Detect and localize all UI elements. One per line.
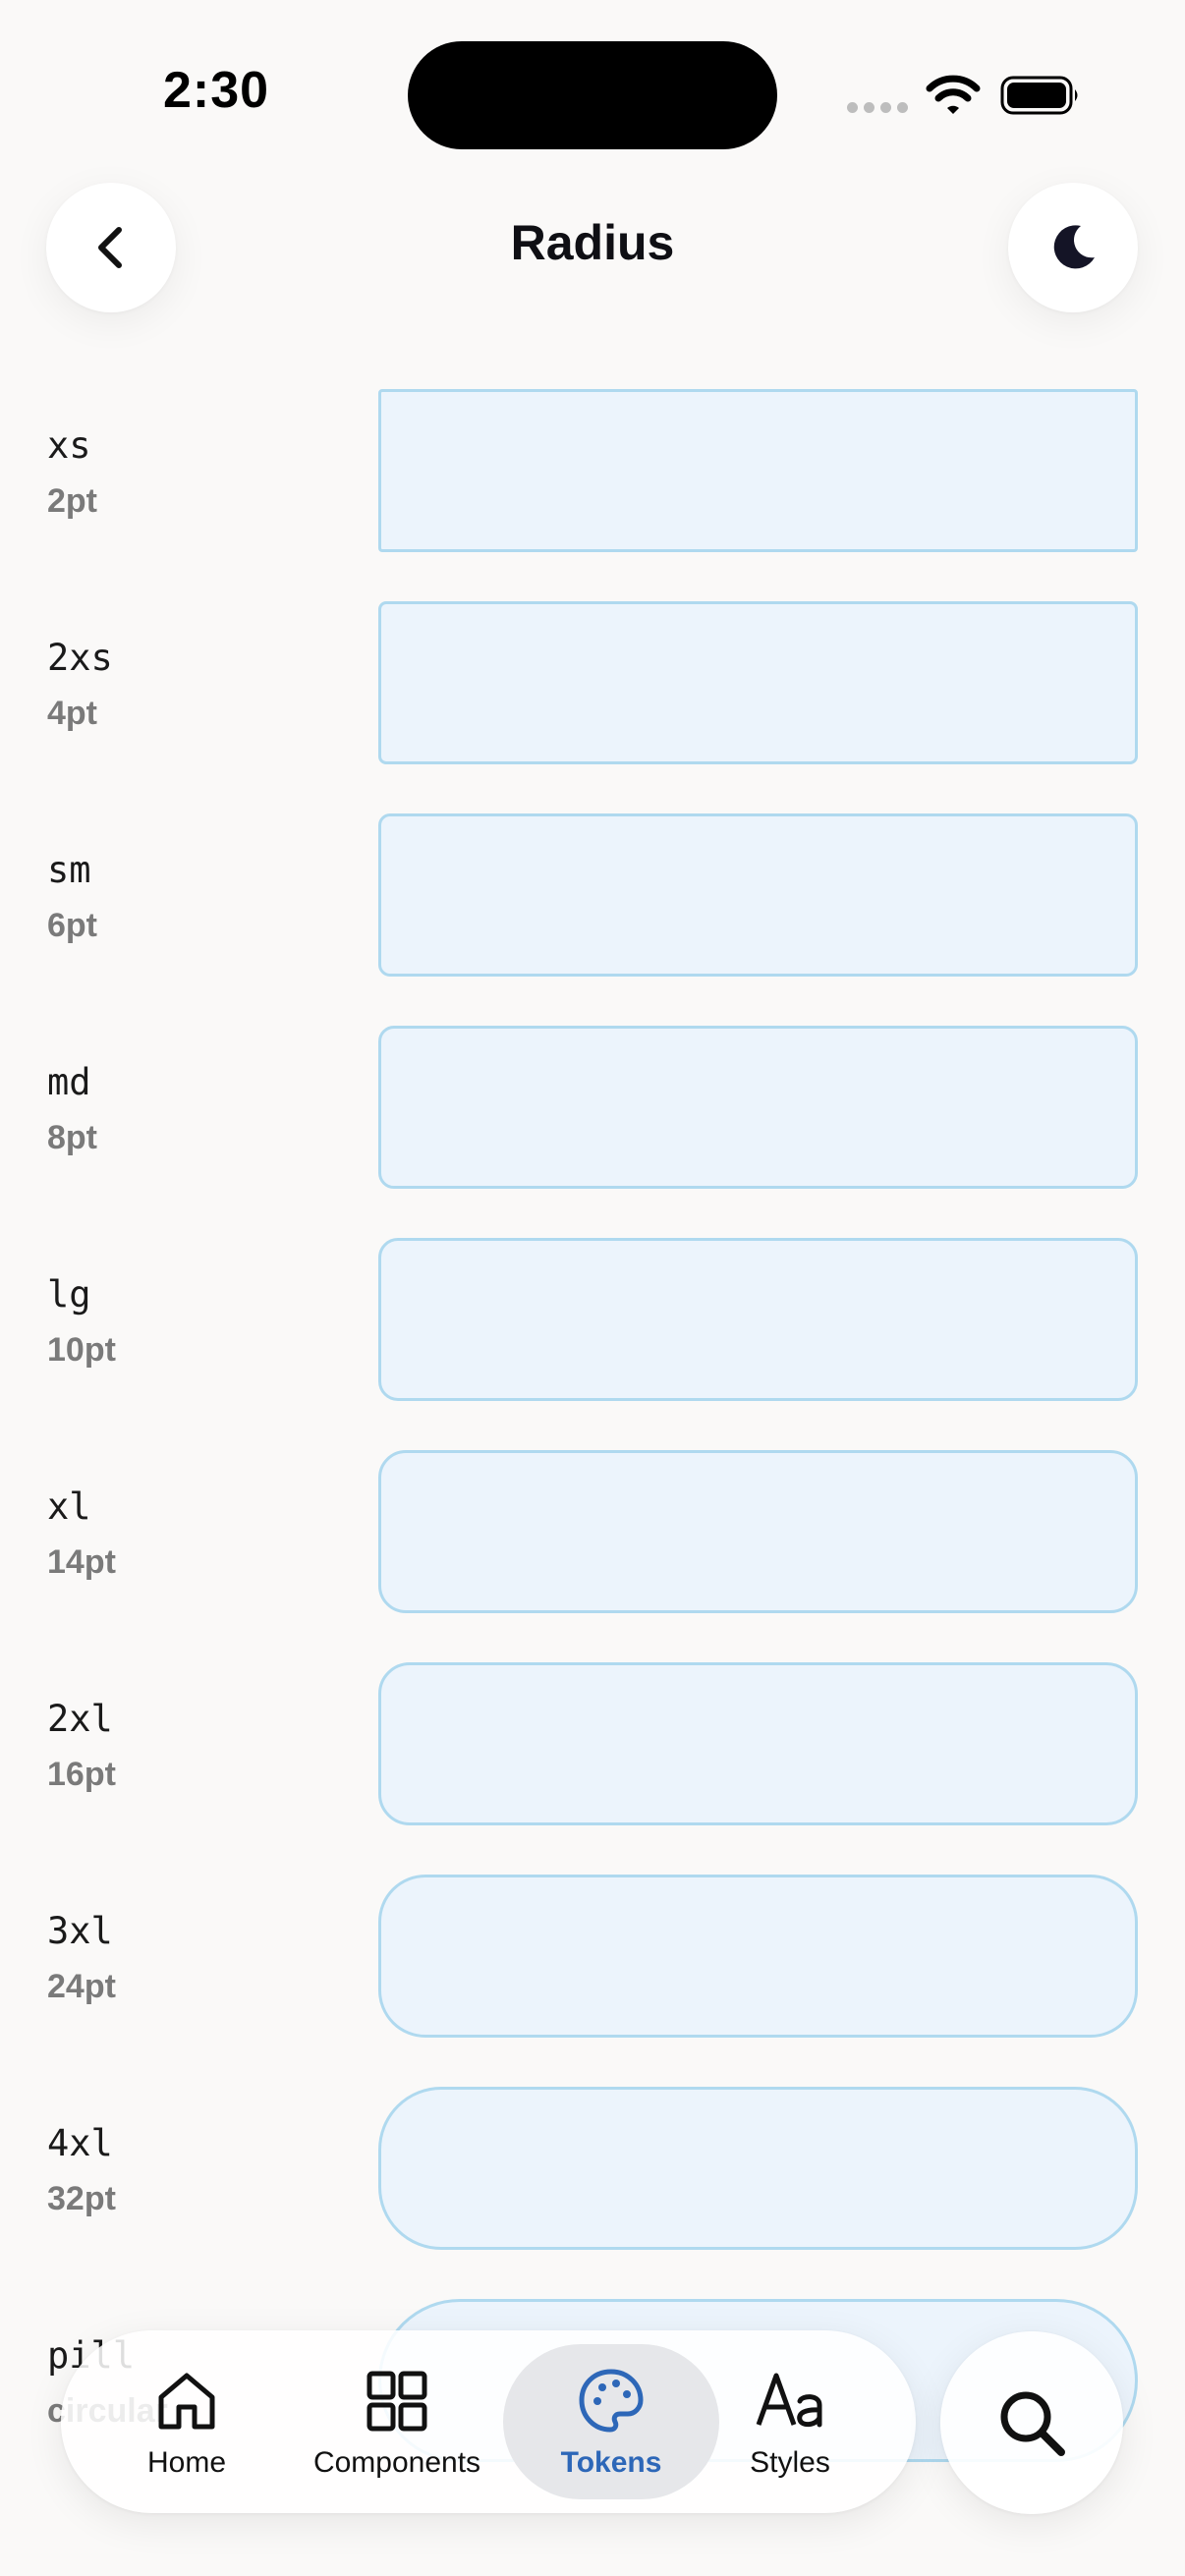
tab-components[interactable]: Components	[289, 2344, 505, 2499]
wifi-icon	[926, 75, 981, 114]
status-bar: 2:30	[0, 0, 1185, 149]
moon-icon	[1053, 225, 1095, 269]
back-button[interactable]	[46, 183, 176, 312]
token-row: xl 14pt	[0, 1450, 1185, 1617]
token-value: 6pt	[47, 907, 97, 944]
status-time: 2:30	[162, 62, 270, 119]
token-row: lg 10pt	[0, 1238, 1185, 1405]
token-row: md 8pt	[0, 1026, 1185, 1193]
radius-swatch	[378, 1450, 1138, 1613]
token-row: 3xl 24pt	[0, 1875, 1185, 2042]
token-value: 24pt	[47, 1968, 116, 2005]
token-value: 2pt	[47, 482, 97, 520]
token-name: sm	[47, 849, 91, 891]
radius-swatch	[378, 1662, 1138, 1825]
palette-icon	[579, 2369, 644, 2433]
token-name: md	[47, 1061, 91, 1103]
magnifier-icon	[1000, 2391, 1065, 2456]
token-name: xs	[47, 424, 91, 467]
token-value: 8pt	[47, 1119, 97, 1156]
tab-label: Components	[312, 2446, 481, 2479]
token-name: xl	[47, 1485, 91, 1528]
search-button[interactable]	[940, 2331, 1123, 2514]
grid-icon	[367, 2371, 427, 2432]
radius-screen: 2:30 Radius xs 2pt 2xs 4pt sm 6pt md 8pt…	[0, 0, 1185, 2576]
chevron-left-icon	[98, 227, 122, 268]
token-row: 2xs 4pt	[0, 601, 1185, 768]
token-name: 2xl	[47, 1698, 113, 1740]
radius-swatch	[378, 1026, 1138, 1189]
radius-swatch	[378, 813, 1138, 977]
radius-swatch	[378, 1238, 1138, 1401]
tab-label: Home	[146, 2446, 227, 2479]
token-row: sm 6pt	[0, 813, 1185, 980]
token-name: 2xs	[47, 637, 113, 679]
token-name: 3xl	[47, 1910, 113, 1952]
token-value: 16pt	[47, 1756, 116, 1793]
token-row: 4xl 32pt	[0, 2087, 1185, 2254]
text-style-icon	[756, 2373, 822, 2428]
token-value: 4pt	[47, 695, 97, 732]
tab-label: Tokens	[560, 2446, 662, 2479]
radius-swatch	[378, 2087, 1138, 2250]
token-value: 14pt	[47, 1543, 116, 1581]
page-title: Radius	[510, 215, 675, 270]
cellular-signal-icon	[847, 102, 908, 113]
token-name: lg	[47, 1273, 91, 1316]
tab-styles[interactable]: Styles	[682, 2344, 898, 2499]
house-icon	[158, 2373, 215, 2430]
tab-label: Styles	[750, 2446, 830, 2479]
radius-swatch	[378, 601, 1138, 764]
tab-bar: Home Components Tokens Styles	[61, 2330, 916, 2513]
dynamic-island	[408, 41, 777, 149]
token-value: 10pt	[47, 1331, 116, 1369]
token-name: 4xl	[47, 2122, 113, 2164]
theme-toggle-button[interactable]	[1008, 183, 1138, 312]
token-value: 32pt	[47, 2180, 116, 2217]
battery-icon	[1000, 76, 1078, 115]
token-row: 2xl 16pt	[0, 1662, 1185, 1829]
token-row: xs 2pt	[0, 389, 1185, 556]
tab-home[interactable]: Home	[79, 2344, 295, 2499]
radius-swatch	[378, 1875, 1138, 2038]
radius-swatch	[378, 389, 1138, 552]
